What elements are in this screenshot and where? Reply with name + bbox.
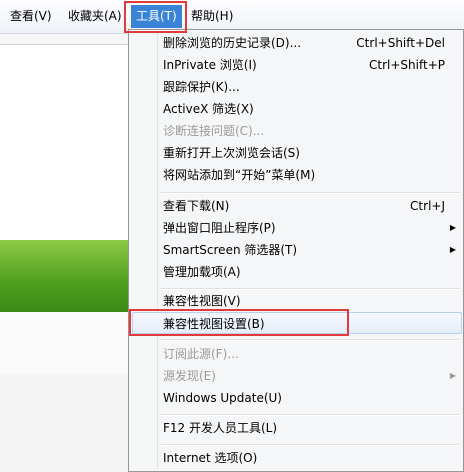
menu-item-label: InPrivate 浏览(I) (163, 58, 257, 72)
menu-item-smartscreen[interactable]: SmartScreen 筛选器(T) ▶ (132, 239, 462, 261)
menu-item-label: F12 开发人员工具(L) (163, 421, 278, 435)
menu-item-label: 兼容性视图(V) (163, 294, 241, 308)
menu-item-label: 源发现(E) (163, 369, 216, 383)
submenu-arrow-icon: ▶ (449, 223, 456, 232)
menu-item-view-downloads[interactable]: 查看下载(N) Ctrl+J (132, 195, 462, 217)
menu-item-reopen-session[interactable]: 重新打开上次浏览会话(S) (132, 142, 462, 164)
menu-item-label: 删除浏览的历史记录(D)... (163, 36, 302, 50)
menu-item-add-to-start[interactable]: 将网站添加到“开始”菜单(M) (132, 164, 462, 186)
menu-item-f12-devtools[interactable]: F12 开发人员工具(L) (132, 417, 462, 439)
menu-item-delete-history[interactable]: 删除浏览的历史记录(D)... Ctrl+Shift+Del (132, 32, 462, 54)
menu-favorites[interactable]: 收藏夹(A) (63, 5, 127, 28)
menu-item-feed-discovery: 源发现(E) ▶ (132, 365, 462, 387)
menu-item-label: 诊断连接问题(C)... (163, 124, 265, 138)
menu-item-shortcut: Ctrl+J (410, 199, 445, 213)
menu-item-shortcut: Ctrl+Shift+Del (356, 36, 445, 50)
menu-separator (161, 192, 459, 194)
page-green-banner (0, 240, 130, 312)
menu-item-internet-options[interactable]: Internet 选项(O) (132, 447, 462, 469)
menu-item-label: 管理加载项(A) (163, 265, 241, 279)
menu-item-label: 弹出窗口阻止程序(P) (163, 221, 276, 235)
menu-item-activex-filter[interactable]: ActiveX 筛选(X) (132, 98, 462, 120)
menu-view[interactable]: 查看(V) (5, 5, 57, 28)
menu-item-label: ActiveX 筛选(X) (163, 102, 254, 116)
menu-item-label: Internet 选项(O) (163, 451, 258, 465)
page-toolbar-strip (0, 33, 130, 45)
menu-item-label: 跟踪保护(K)... (163, 80, 240, 94)
menu-item-label: Windows Update(U) (163, 391, 282, 405)
menu-item-subscribe-feed: 订阅此源(F)... (132, 343, 462, 365)
menu-item-inprivate[interactable]: InPrivate 浏览(I) Ctrl+Shift+P (132, 54, 462, 76)
menu-tools[interactable]: 工具(T) (131, 5, 182, 28)
menu-item-label: 将网站添加到“开始”菜单(M) (163, 168, 316, 182)
menu-item-label: 查看下载(N) (163, 199, 230, 213)
menu-item-windows-update[interactable]: Windows Update(U) (132, 387, 462, 409)
menu-item-compat-view-settings[interactable]: 兼容性视图设置(B) (132, 312, 462, 334)
menu-item-diagnose-connection: 诊断连接问题(C)... (132, 120, 462, 142)
menu-item-label: 订阅此源(F)... (163, 347, 239, 361)
page-footer-area (0, 374, 130, 472)
menu-item-shortcut: Ctrl+Shift+P (369, 58, 445, 72)
menu-separator (161, 444, 459, 446)
menu-item-manage-addons[interactable]: 管理加载项(A) (132, 261, 462, 283)
tools-dropdown-menu: 删除浏览的历史记录(D)... Ctrl+Shift+Del InPrivate… (128, 29, 464, 472)
menu-item-tracking-protection[interactable]: 跟踪保护(K)... (132, 76, 462, 98)
submenu-arrow-icon: ▶ (449, 245, 456, 254)
page-content-area (0, 312, 130, 374)
menu-item-label: 重新打开上次浏览会话(S) (163, 146, 300, 160)
menu-item-label: SmartScreen 筛选器(T) (163, 243, 298, 257)
menu-separator (161, 414, 459, 416)
menu-item-label: 兼容性视图设置(B) (163, 317, 265, 331)
submenu-arrow-icon: ▶ (449, 371, 456, 380)
menu-item-compat-view[interactable]: 兼容性视图(V) (132, 290, 462, 312)
menu-help[interactable]: 帮助(H) (186, 5, 238, 28)
menu-item-popup-blocker[interactable]: 弹出窗口阻止程序(P) ▶ (132, 217, 462, 239)
menu-separator (161, 339, 459, 341)
